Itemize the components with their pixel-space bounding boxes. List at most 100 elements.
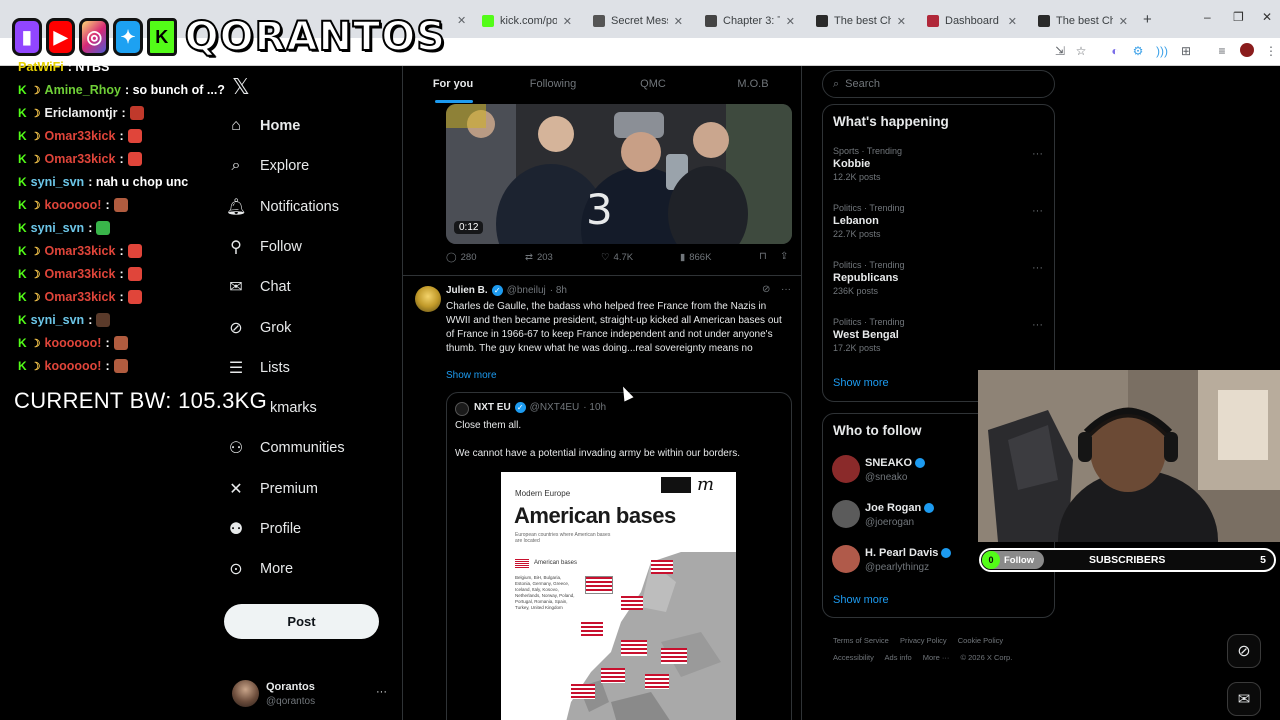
tab-for-you[interactable]: For you — [403, 66, 503, 102]
kick-badge-icon: K — [18, 221, 27, 235]
trend-more-icon[interactable]: ··· — [1032, 319, 1043, 331]
sub-badge-icon: ☽ — [30, 130, 41, 143]
maximize-button[interactable]: ❐ — [1233, 10, 1244, 24]
close-tab-icon[interactable]: ✕ — [674, 15, 683, 28]
account-more-icon[interactable]: ··· — [376, 686, 387, 698]
tab-mob[interactable]: M.O.B — [703, 66, 801, 102]
follow-pill[interactable]: 0 Follow — [982, 551, 1044, 569]
bookmark-icon[interactable]: ⊓ — [759, 251, 767, 262]
close-tab-icon[interactable]: ✕ — [897, 15, 906, 28]
map-image[interactable]: Modern Europe American bases European co… — [501, 472, 736, 720]
like-count: 4.7K — [613, 252, 634, 263]
messages-float-button[interactable]: ✉ — [1227, 682, 1261, 716]
trends-show-more[interactable]: Show more — [833, 377, 889, 389]
nav-item-notifications[interactable]: 🔔︎ Notifications — [226, 187, 339, 227]
profile-avatar-icon[interactable] — [1240, 43, 1254, 57]
who-to-follow-item[interactable]: H. Pearl Davis @pearlythingz — [832, 544, 972, 576]
chat-username: Omar33kick — [44, 152, 116, 166]
quote-author-name: NXT EU — [474, 402, 511, 413]
extension-icon[interactable]: ))) — [1154, 43, 1170, 59]
tweet-text: Charles de Gaulle, the badass who helped… — [446, 301, 782, 354]
author-handle[interactable]: @bneiluj — [507, 285, 546, 296]
post-button[interactable]: Post — [224, 604, 379, 639]
video-player[interactable]: 3 0:12 — [446, 104, 792, 244]
nav-item-lists[interactable]: ☰ Lists — [226, 348, 290, 388]
minimize-button[interactable]: – — [1204, 10, 1211, 24]
menu-kebab-icon[interactable]: ⋮ — [1263, 43, 1279, 59]
wtf-show-more[interactable]: Show more — [833, 594, 889, 606]
close-tab-icon[interactable]: ✕ — [786, 15, 795, 28]
close-window-button[interactable]: ✕ — [1262, 10, 1272, 24]
media-icon[interactable]: ≡ — [1214, 43, 1230, 59]
trend-item[interactable]: Politics · Trending West Bengal 17.2K post… — [833, 317, 1045, 365]
browser-tab[interactable]: Secret Message L ✕ — [585, 8, 691, 34]
like-action[interactable]: ♡ 4.7K — [601, 252, 633, 263]
share-icon[interactable]: ⇪ — [780, 251, 788, 262]
trend-more-icon[interactable]: ··· — [1032, 148, 1043, 160]
nav-item-profile[interactable]: ⚉ Profile — [226, 509, 301, 549]
tab-favicon-icon — [593, 15, 605, 27]
nav-item-more[interactable]: ⊙ More — [226, 549, 293, 589]
wtf-name: Joe Rogan — [865, 502, 935, 514]
close-tab-icon[interactable]: ✕ — [1008, 15, 1017, 28]
nav-item-premium[interactable]: ✕ Premium — [226, 469, 318, 509]
chat-text: : — [121, 106, 126, 120]
footer-link[interactable]: Cookie Policy — [958, 636, 1003, 645]
footer-link[interactable]: Privacy Policy — [900, 636, 947, 645]
tab-following[interactable]: Following — [503, 66, 603, 102]
grok-icon[interactable]: ⊘ — [762, 284, 770, 295]
tweet-avatar[interactable] — [415, 286, 441, 312]
trend-item[interactable]: Sports · Trending Kobbie 12.2K posts ··· — [833, 146, 1045, 194]
reply-action[interactable]: ◯ 280 — [446, 252, 477, 263]
chat-message: K ☽ Omar33kick: — [18, 125, 142, 147]
trend-more-icon[interactable]: ··· — [1032, 205, 1043, 217]
browser-tab[interactable]: Chapter 3: The N ✕ — [697, 8, 803, 34]
tab-qmc[interactable]: QMC — [603, 66, 703, 102]
nav-item-home[interactable]: ⌂ Home — [226, 106, 300, 146]
trend-item[interactable]: Politics · Trending Republicans 236K posts… — [833, 260, 1045, 308]
chat-username: Omar33kick — [44, 244, 116, 258]
search-input[interactable]: ⌕ Search — [822, 70, 1055, 98]
trend-item[interactable]: Politics · Trending Lebanon 22.7K posts ··· — [833, 203, 1045, 251]
install-icon[interactable]: ⇲ — [1052, 43, 1068, 59]
quote-tweet-card[interactable]: NXT EU ✓ @NXT4EU · 10h Close them all. W… — [446, 392, 792, 720]
nav-item-communities[interactable]: ⚇ Communities — [226, 428, 345, 468]
avatar — [832, 500, 860, 528]
chat-username: Omar33kick — [44, 290, 116, 304]
browser-tab[interactable]: The best ChatBot ✕ — [808, 8, 914, 34]
extensions-puzzle-icon[interactable]: ⊞ — [1178, 43, 1194, 59]
footer-link[interactable]: Terms of Service — [833, 636, 889, 645]
extension-icon[interactable]: ◐ — [1107, 43, 1123, 59]
x-logo-icon[interactable]: 𝕏 — [232, 74, 250, 100]
nav-item-explore[interactable]: ⌕ Explore — [226, 146, 310, 186]
nav-item-follow[interactable]: ⚲ Follow — [226, 227, 302, 267]
repost-action[interactable]: ⇄ 203 — [525, 252, 553, 263]
browser-tab[interactable]: The best ChatBot ✕ — [1030, 8, 1136, 34]
trend-more-icon[interactable]: ··· — [1032, 262, 1043, 274]
new-tab-button[interactable]: + — [1143, 11, 1152, 28]
browser-tab[interactable]: Dashboard - Chat ✕ — [919, 8, 1025, 34]
who-to-follow-item[interactable]: SNEAKO @sneako — [832, 454, 972, 486]
tweet-time[interactable]: · 8h — [550, 285, 567, 296]
author-name[interactable]: Julien B. — [446, 285, 488, 296]
nav-item-grok[interactable]: ⊘ Grok — [226, 308, 291, 348]
views-action[interactable]: ▮ 866K — [680, 252, 711, 263]
footer-link[interactable]: More ··· — [923, 653, 950, 662]
account-switcher[interactable]: Qorantos @qorantos ··· — [230, 678, 390, 712]
grok-float-button[interactable]: ⊘ — [1227, 634, 1261, 668]
bell-icon: 🔔︎ — [226, 198, 247, 216]
close-tab-icon[interactable]: ✕ — [457, 14, 466, 27]
close-tab-icon[interactable]: ✕ — [563, 15, 572, 28]
close-tab-icon[interactable]: ✕ — [1119, 15, 1128, 28]
tweet-more-icon[interactable]: ··· — [781, 284, 791, 295]
who-to-follow-item[interactable]: Joe Rogan @joerogan — [832, 499, 972, 531]
browser-tab[interactable]: kick.com/popout/ ✕ — [474, 8, 580, 34]
chat-text: : — [88, 221, 93, 235]
footer-link[interactable]: Accessibility — [833, 653, 874, 662]
show-more-link[interactable]: Show more — [446, 370, 497, 381]
nav-item-chat[interactable]: ✉ Chat — [226, 267, 290, 307]
extension-icon[interactable]: ⚙ — [1130, 43, 1146, 59]
footer-link[interactable]: Ads info — [885, 653, 912, 662]
nav-item-kmarks[interactable]: ⊓kmarks — [226, 388, 317, 428]
bookmark-star-icon[interactable]: ☆ — [1073, 43, 1089, 59]
